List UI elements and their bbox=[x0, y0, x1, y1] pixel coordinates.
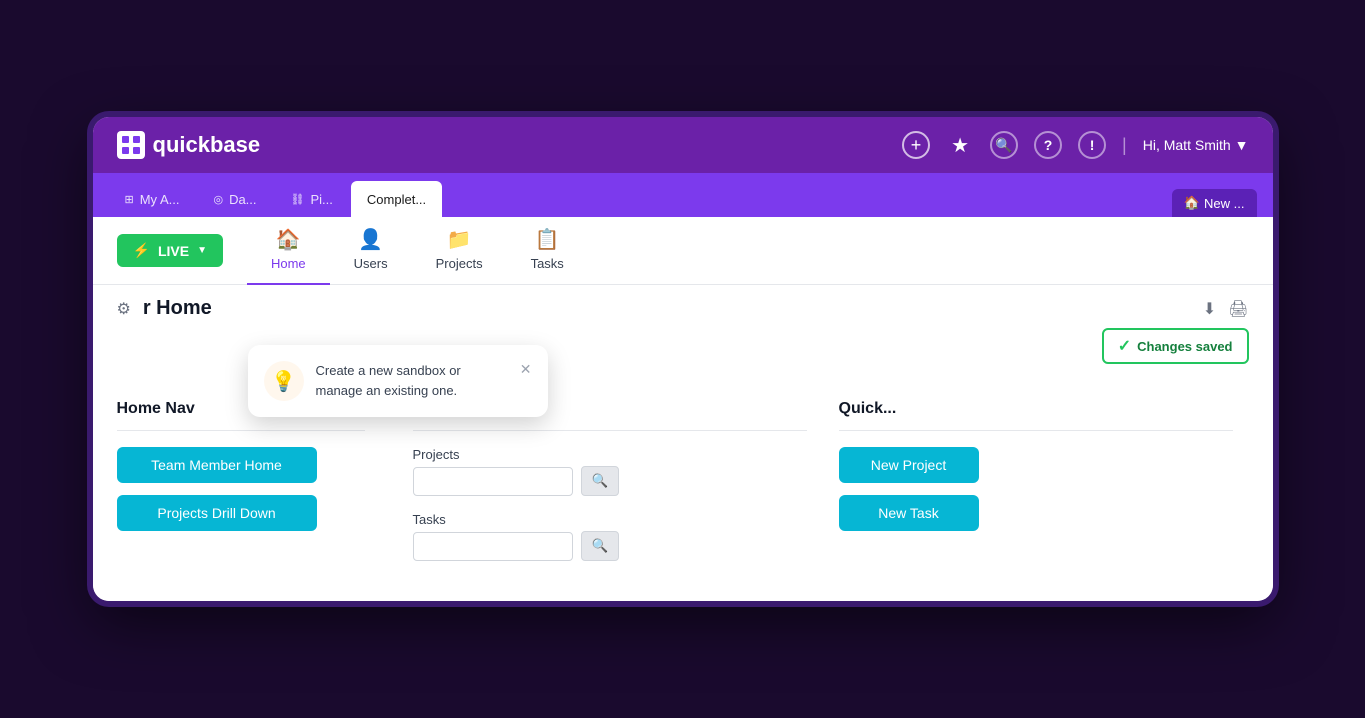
search-icon[interactable]: 🔍 bbox=[990, 131, 1018, 159]
changes-saved-badge: ✓ Changes saved bbox=[1102, 328, 1249, 364]
new-button-label: New ... bbox=[1204, 196, 1244, 211]
header-right: ⬇ 🖨 bbox=[1203, 299, 1249, 319]
quick-search-divider bbox=[413, 430, 807, 431]
live-chevron: ▼ bbox=[197, 245, 207, 256]
nav-tab-home[interactable]: 🏠 Home bbox=[247, 215, 330, 286]
tooltip-text: Create a new sandbox or manage an existi… bbox=[316, 361, 508, 400]
favorites-icon[interactable]: ★ bbox=[946, 131, 974, 159]
quick-actions-divider bbox=[839, 430, 1233, 431]
header-left: ⚙ r Home bbox=[117, 297, 212, 320]
tasks-search-button[interactable]: 🔍 bbox=[581, 531, 620, 561]
tab-icon-dashboard: ◎ bbox=[213, 193, 223, 206]
tab-my-apps[interactable]: ⊞ My A... bbox=[109, 181, 196, 217]
tasks-field-row: 🔍 bbox=[413, 531, 807, 561]
new-project-button[interactable]: New Project bbox=[839, 447, 979, 483]
nav-tab-projects[interactable]: 📁 Projects bbox=[412, 215, 507, 286]
tooltip-close-button[interactable]: ✕ bbox=[520, 361, 532, 378]
tasks-field-label: Tasks bbox=[413, 512, 807, 527]
nav-tab-users[interactable]: 👤 Users bbox=[330, 215, 412, 286]
quick-actions-section: Quick... New Project New Task bbox=[823, 400, 1249, 577]
tab-label-my-apps: My A... bbox=[140, 192, 180, 207]
quick-actions-title: Quick... bbox=[839, 400, 1233, 418]
top-bar-right: + ★ 🔍 ? ! | Hi, Matt Smith ▼ bbox=[902, 131, 1248, 159]
live-icon: ⚡ bbox=[133, 242, 150, 259]
projects-search-button[interactable]: 🔍 bbox=[581, 466, 620, 496]
tabs-bar-right: 🏠 New ... bbox=[1172, 189, 1257, 217]
home-nav-icon: 🏠 bbox=[276, 227, 301, 252]
tab-icon-my-apps: ⊞ bbox=[125, 193, 134, 206]
sub-nav: ⚡ LIVE ▼ 🏠 Home 👤 Users 📁 Projects 📋 Tas… bbox=[93, 217, 1273, 285]
tasks-search-input[interactable] bbox=[413, 532, 573, 561]
changes-saved-icon: ✓ bbox=[1118, 336, 1131, 356]
projects-search-input[interactable] bbox=[413, 467, 573, 496]
projects-field-row: 🔍 bbox=[413, 466, 807, 496]
new-button-icon: 🏠 bbox=[1184, 195, 1200, 211]
team-member-home-button[interactable]: Team Member Home bbox=[117, 447, 317, 483]
tab-pipelines[interactable]: ⛓ Pi... bbox=[275, 181, 349, 217]
users-nav-icon: 👤 bbox=[358, 227, 383, 252]
nav-tab-users-label: Users bbox=[354, 256, 388, 271]
new-task-button[interactable]: New Task bbox=[839, 495, 979, 531]
top-bar: quickbase + ★ 🔍 ? ! | Hi, Matt Smith ▼ bbox=[93, 117, 1273, 173]
nav-tab-tasks[interactable]: 📋 Tasks bbox=[507, 215, 588, 286]
live-label: LIVE bbox=[158, 243, 189, 259]
home-nav-divider bbox=[117, 430, 365, 431]
tab-dashboard[interactable]: ◎ Da... bbox=[197, 181, 272, 217]
alert-icon[interactable]: ! bbox=[1078, 131, 1106, 159]
tab-label-pipelines: Pi... bbox=[311, 192, 333, 207]
tasks-nav-icon: 📋 bbox=[535, 227, 560, 252]
add-icon[interactable]: + bbox=[902, 131, 930, 159]
quick-search-section: Quick... Projects 🔍 Tasks 🔍 bbox=[397, 400, 823, 577]
tab-label-dashboard: Da... bbox=[229, 192, 256, 207]
home-nav-section: Home Nav Team Member Home Projects Drill… bbox=[117, 400, 397, 577]
download-icon[interactable]: ⬇ bbox=[1203, 299, 1216, 319]
changes-saved-text: Changes saved bbox=[1137, 339, 1232, 354]
user-dropdown-icon: ▼ bbox=[1235, 137, 1249, 153]
main-content: ⚙ r Home ⬇ 🖨 ✓ Changes saved 💡 Create a … bbox=[93, 285, 1273, 601]
tab-label-complete: Complet... bbox=[367, 192, 426, 207]
user-greeting[interactable]: Hi, Matt Smith ▼ bbox=[1143, 137, 1249, 153]
header-row: ⚙ r Home ⬇ 🖨 bbox=[93, 285, 1273, 328]
tooltip-popup: 💡 Create a new sandbox or manage an exis… bbox=[248, 345, 548, 417]
page-title-text: r Home bbox=[143, 297, 212, 319]
logo-text: quickbase bbox=[153, 132, 261, 158]
nav-tab-projects-label: Projects bbox=[436, 256, 483, 271]
logo: quickbase bbox=[117, 131, 261, 159]
projects-field-label: Projects bbox=[413, 447, 807, 462]
divider: | bbox=[1122, 135, 1127, 156]
nav-tab-home-label: Home bbox=[271, 256, 306, 271]
tooltip-lightbulb-icon: 💡 bbox=[264, 361, 304, 401]
settings-icon[interactable]: ⚙ bbox=[117, 299, 131, 319]
projects-nav-icon: 📁 bbox=[447, 227, 472, 252]
tab-icon-pipelines: ⛓ bbox=[291, 193, 305, 206]
projects-drill-down-button[interactable]: Projects Drill Down bbox=[117, 495, 317, 531]
logo-icon bbox=[117, 131, 145, 159]
nav-tabs: 🏠 Home 👤 Users 📁 Projects 📋 Tasks bbox=[247, 215, 588, 286]
new-button[interactable]: 🏠 New ... bbox=[1172, 189, 1257, 217]
print-icon[interactable]: 🖨 bbox=[1228, 299, 1248, 319]
tabs-bar: ⊞ My A... ◎ Da... ⛓ Pi... Complet... 🏠 N… bbox=[93, 173, 1273, 217]
nav-tab-tasks-label: Tasks bbox=[531, 256, 564, 271]
projects-field-group: Projects 🔍 bbox=[413, 447, 807, 496]
page-title: r Home bbox=[143, 297, 212, 320]
live-button[interactable]: ⚡ LIVE ▼ bbox=[117, 234, 223, 267]
tasks-field-group: Tasks 🔍 bbox=[413, 512, 807, 561]
browser-window: quickbase + ★ 🔍 ? ! | Hi, Matt Smith ▼ ⊞… bbox=[93, 117, 1273, 601]
help-icon[interactable]: ? bbox=[1034, 131, 1062, 159]
user-greeting-text: Hi, Matt Smith bbox=[1143, 137, 1231, 153]
tab-complete[interactable]: Complet... bbox=[351, 181, 442, 217]
